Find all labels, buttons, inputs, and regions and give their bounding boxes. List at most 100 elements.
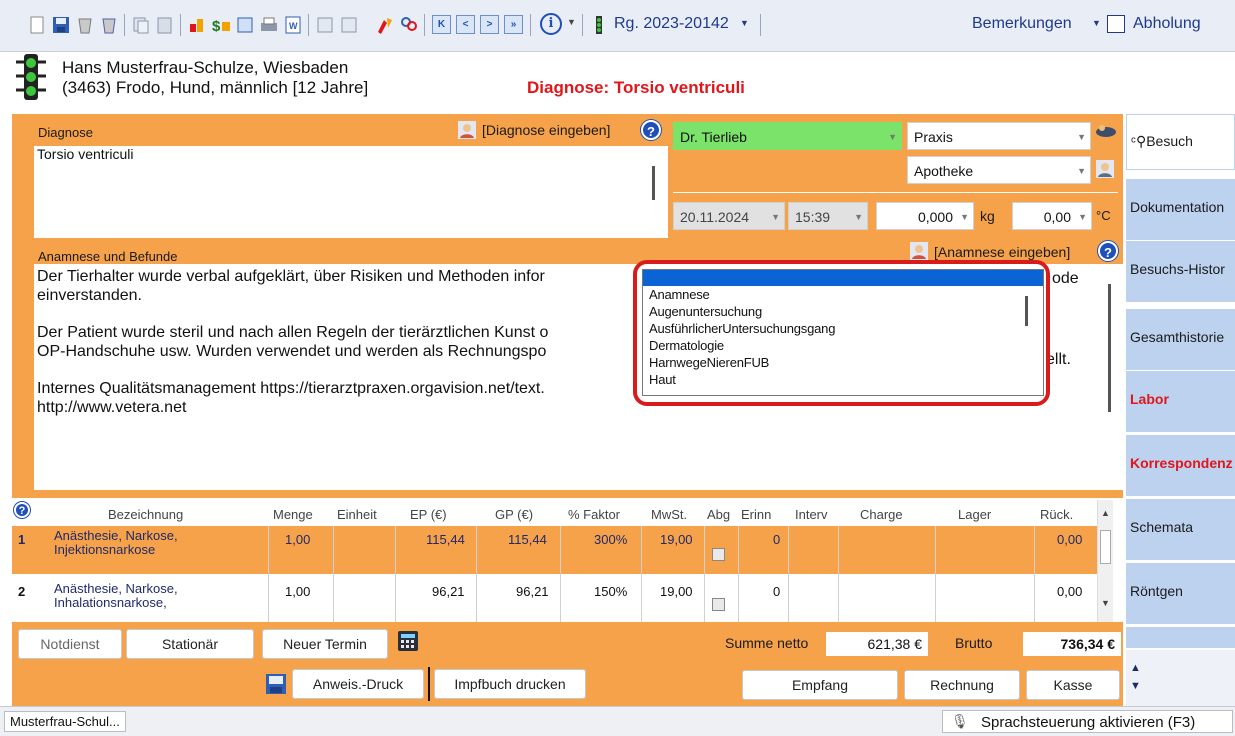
inpatient-button[interactable]: Stationär: [126, 629, 254, 659]
tab-label: Schemata: [1130, 519, 1194, 535]
column-header[interactable]: GP (€): [495, 507, 533, 522]
nav-last-button[interactable]: »: [504, 15, 523, 34]
column-divider: [838, 526, 839, 622]
person-icon[interactable]: [1096, 160, 1114, 178]
calculator-icon[interactable]: [234, 14, 256, 36]
column-header[interactable]: Bezeichnung: [108, 507, 183, 522]
print-list-icon[interactable]: [264, 672, 288, 696]
row-billed-checkbox[interactable]: [712, 598, 725, 611]
anamnesis-text: Der Tierhalter wurde verbal aufgeklärt, …: [37, 267, 548, 417]
tab-xray[interactable]: Röntgen: [1126, 562, 1235, 624]
tab-more[interactable]: [1126, 626, 1235, 648]
time-field[interactable]: 15:39 ▼: [788, 202, 868, 230]
scroll-thumb[interactable]: [1108, 284, 1111, 412]
invoice-number[interactable]: Rg. 2023-20142: [614, 15, 729, 33]
column-divider: [641, 526, 642, 622]
service-icon[interactable]: [186, 14, 208, 36]
help-icon[interactable]: ?: [14, 502, 30, 518]
owner-icon[interactable]: [1094, 122, 1118, 140]
chevron-down-icon: ▼: [888, 132, 897, 142]
diagnosis-scrollbar[interactable]: [652, 166, 655, 200]
print-icon[interactable]: [258, 14, 280, 36]
chevron-down-icon[interactable]: ▼: [740, 18, 749, 28]
tab-visit-label: ᶜ⚲Besuch: [1131, 133, 1193, 150]
invoice-button[interactable]: Rechnung: [904, 670, 1020, 700]
tab-correspondence[interactable]: Korrespondenz: [1126, 434, 1235, 496]
new-document-icon[interactable]: [26, 14, 48, 36]
emergency-button[interactable]: Notdienst: [18, 629, 122, 659]
owner-info[interactable]: Hans Musterfrau-Schulze, Wiesbaden: [62, 58, 348, 78]
medication-icon[interactable]: [374, 14, 396, 36]
weight-field[interactable]: 0,000 ▼: [876, 202, 974, 230]
doctor-select[interactable]: Dr. Tierlieb ▼: [673, 122, 902, 150]
nav-next-button[interactable]: >: [480, 15, 499, 34]
tab-schemes[interactable]: Schemata: [1126, 498, 1235, 560]
calculator-icon[interactable]: [396, 629, 420, 653]
column-header[interactable]: Einheit: [337, 507, 377, 522]
delete-icon[interactable]: [74, 14, 96, 36]
chevron-up-icon[interactable]: ▲: [1130, 662, 1141, 674]
diagnosis-enter-link[interactable]: [Diagnose eingeben]: [482, 122, 610, 138]
reception-button[interactable]: Empfang: [742, 670, 898, 700]
column-header[interactable]: Rück.: [1040, 507, 1073, 522]
row-reminder: 0: [773, 532, 781, 547]
print-instructions-button[interactable]: Anweis.-Druck: [292, 669, 424, 699]
tab-visit[interactable]: ᶜ⚲Besuch: [1126, 114, 1235, 170]
remarks-menu[interactable]: Bemerkungen: [972, 15, 1072, 33]
temperature-field[interactable]: 0,00 ▼: [1012, 202, 1092, 230]
chevron-up-icon[interactable]: ▲: [1101, 508, 1110, 518]
location-select[interactable]: Praxis ▼: [907, 122, 1091, 150]
new-appointment-button[interactable]: Neuer Termin: [262, 629, 388, 659]
chevron-down-icon[interactable]: ▼: [1092, 18, 1101, 28]
chevron-down-icon[interactable]: ▼: [1130, 680, 1141, 692]
help-icon[interactable]: ?: [1098, 241, 1118, 261]
tab-full-history[interactable]: Gesamthistorie: [1126, 308, 1235, 370]
price-icon[interactable]: $: [210, 14, 232, 36]
chevron-down-icon[interactable]: ▼: [567, 17, 576, 27]
column-header[interactable]: Interv: [795, 507, 828, 522]
users-icon[interactable]: [398, 14, 420, 36]
nav-prev-button[interactable]: <: [456, 15, 475, 34]
chevron-down-icon[interactable]: ▼: [1101, 598, 1110, 608]
column-header[interactable]: Abg: [707, 507, 730, 522]
voice-control-button[interactable]: 🎙 Sprachsteuerung aktivieren (F3): [942, 710, 1233, 733]
save-icon[interactable]: [50, 14, 72, 36]
scroll-thumb[interactable]: [1100, 530, 1111, 564]
lab-icon[interactable]: [314, 14, 336, 36]
column-header[interactable]: Menge: [273, 507, 313, 522]
table-scrollbar[interactable]: ▲ ▼: [1097, 500, 1113, 622]
row-billed-checkbox[interactable]: [712, 548, 725, 561]
help-icon[interactable]: ?: [641, 120, 661, 140]
column-header[interactable]: Erinn: [741, 507, 771, 522]
column-header[interactable]: EP (€): [410, 507, 447, 522]
tab-lab[interactable]: Labor: [1126, 370, 1235, 432]
pharmacy-select[interactable]: Apotheke ▼: [907, 156, 1091, 184]
animal-info[interactable]: (3463) Frodo, Hund, männlich [12 Jahre]: [62, 78, 368, 98]
copy-icon[interactable]: [130, 14, 152, 36]
divider: [673, 192, 1118, 193]
tab-label: Besuch: [1146, 133, 1193, 149]
column-header[interactable]: Lager: [958, 507, 991, 522]
date-field[interactable]: 20.11.2024 ▼: [673, 202, 785, 230]
column-header[interactable]: Charge: [860, 507, 903, 522]
row-vat: 19,00: [660, 584, 693, 599]
open-patient-tab[interactable]: Musterfrau-Schul...: [4, 711, 126, 732]
paste-icon[interactable]: [154, 14, 176, 36]
tab-visit-history[interactable]: Besuchs-Histor: [1126, 240, 1235, 302]
lab-add-icon[interactable]: [338, 14, 360, 36]
chevron-down-icon: ▼: [1077, 132, 1086, 142]
pickup-checkbox[interactable]: [1107, 15, 1125, 33]
nav-first-button[interactable]: K: [432, 15, 451, 34]
column-header[interactable]: MwSt.: [651, 507, 687, 522]
delete-all-icon[interactable]: [98, 14, 120, 36]
person-icon: [910, 242, 928, 260]
cash-register-button[interactable]: Kasse: [1026, 670, 1120, 700]
tab-documentation[interactable]: Dokumentation: [1126, 178, 1235, 240]
diagnosis-textarea[interactable]: Torsio ventriculi: [34, 146, 668, 238]
anamnesis-scrollbar[interactable]: [1103, 270, 1117, 460]
anamnesis-enter-link[interactable]: [Anamnese eingeben]: [934, 244, 1070, 260]
word-icon[interactable]: W: [282, 14, 304, 36]
print-vaccination-book-button[interactable]: Impfbuch drucken: [434, 669, 586, 699]
info-icon[interactable]: i: [540, 13, 562, 35]
column-header[interactable]: % Faktor: [568, 507, 620, 522]
